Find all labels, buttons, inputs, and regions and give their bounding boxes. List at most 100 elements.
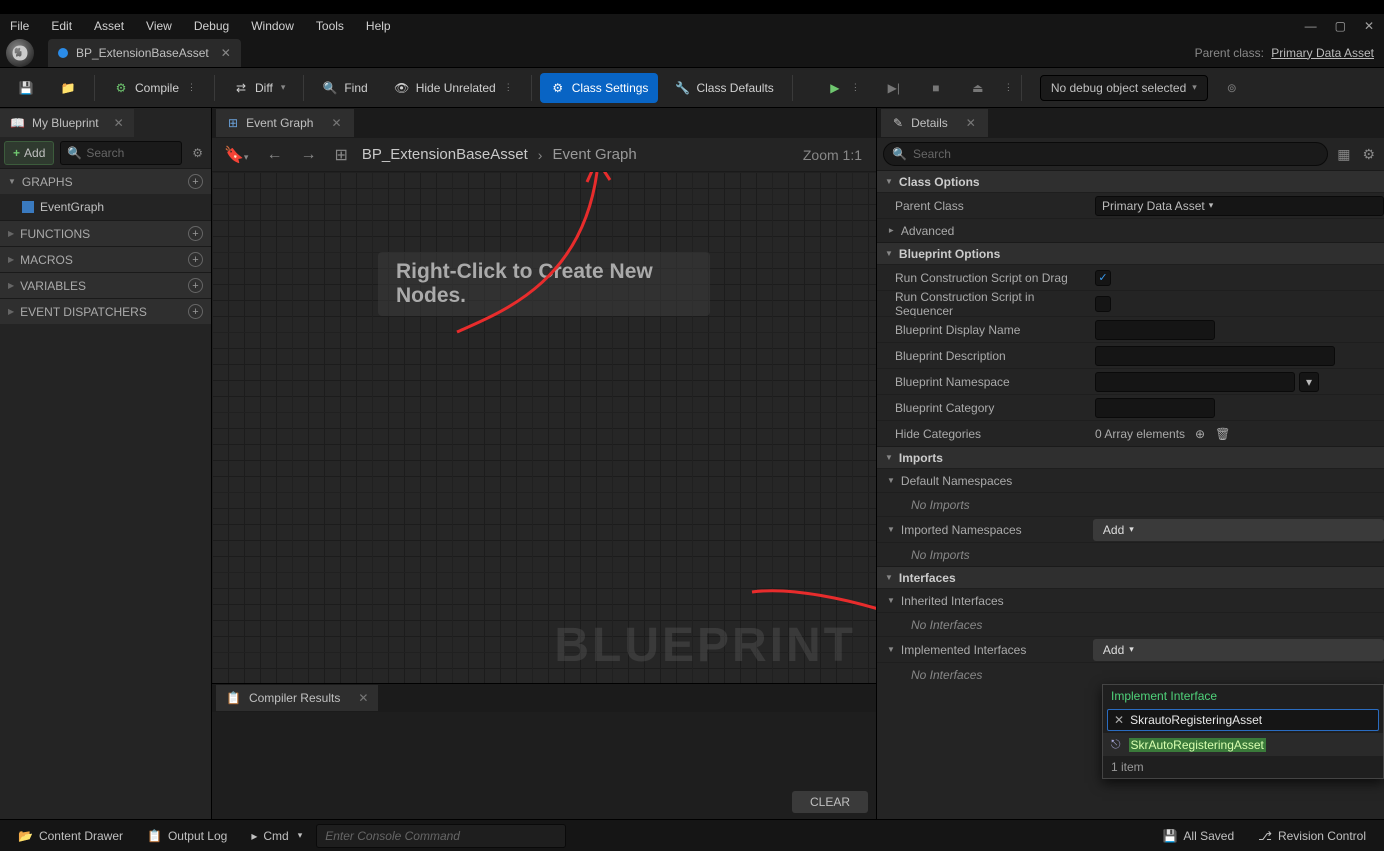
- class-defaults-button[interactable]: 🔧 Class Defaults: [664, 73, 783, 103]
- save-all-icon: 💾: [1162, 829, 1177, 843]
- diff-button[interactable]: ⇄ Diff▾: [223, 73, 295, 103]
- locate-debug-button[interactable]: ⊚: [1214, 73, 1250, 103]
- grid-icon[interactable]: ▦: [1334, 146, 1353, 163]
- bookmark-icon[interactable]: 🔖▾: [220, 145, 252, 165]
- add-dispatcher-icon[interactable]: +: [188, 304, 203, 319]
- my-blueprint-panel: 📖 My Blueprint ✕ + Add 🔍 Search ⚙ ▼GRAPH…: [0, 108, 212, 819]
- run-sequencer-checkbox[interactable]: [1095, 296, 1111, 312]
- settings-icon[interactable]: ⚙: [188, 146, 207, 160]
- breadcrumb-asset[interactable]: BP_ExtensionBaseAsset: [362, 146, 528, 163]
- console-input[interactable]: Enter Console Command: [316, 824, 566, 848]
- details-tab[interactable]: ✎ Details ✕: [881, 109, 988, 137]
- add-namespace-button[interactable]: Add▾: [1093, 519, 1384, 541]
- category-class-options[interactable]: ▼Class Options: [877, 170, 1384, 192]
- namespace-dropdown[interactable]: ▾: [1299, 372, 1319, 392]
- run-drag-checkbox[interactable]: [1095, 270, 1111, 286]
- compile-button[interactable]: ⚙ Compile⋮: [103, 73, 206, 103]
- revision-control-button[interactable]: ⎇Revision Control: [1248, 823, 1376, 849]
- maximize-button[interactable]: ▢: [1335, 19, 1346, 33]
- category-macros[interactable]: ▶MACROS+: [0, 246, 211, 272]
- hide-unrelated-button[interactable]: 👁 Hide Unrelated⋮: [384, 73, 523, 103]
- event-graph-tab[interactable]: ⊞ Event Graph ✕: [216, 109, 354, 137]
- default-namespaces-header[interactable]: ▼Default Namespaces: [877, 468, 1384, 492]
- parent-class-dropdown[interactable]: Primary Data Asset ▾: [1095, 196, 1384, 216]
- parent-class-link[interactable]: Primary Data Asset: [1271, 46, 1374, 60]
- play-button[interactable]: ▶⋮: [817, 73, 870, 103]
- close-icon[interactable]: ✕: [331, 116, 341, 130]
- browse-button[interactable]: 📁: [50, 73, 86, 103]
- menu-edit[interactable]: Edit: [51, 19, 72, 33]
- menu-file[interactable]: File: [10, 19, 29, 33]
- nav-back-button[interactable]: ←: [262, 146, 286, 164]
- add-macro-icon[interactable]: +: [188, 252, 203, 267]
- content-drawer-button[interactable]: 📂Content Drawer: [8, 823, 133, 849]
- no-interfaces-label-2: No Interfaces: [877, 662, 1384, 686]
- add-graph-icon[interactable]: +: [188, 174, 203, 189]
- step-button[interactable]: ▶|: [876, 73, 912, 103]
- clear-elements-icon[interactable]: 🗑: [1215, 427, 1230, 441]
- close-icon[interactable]: ✕: [966, 116, 976, 130]
- clear-button[interactable]: CLEAR: [792, 791, 868, 813]
- category-event-dispatchers[interactable]: ▶EVENT DISPATCHERS+: [0, 298, 211, 324]
- compiler-results-tab[interactable]: 📋 Compiler Results ✕: [216, 685, 378, 711]
- category-imports[interactable]: ▼Imports: [877, 446, 1384, 468]
- interface-search-input[interactable]: [1130, 713, 1372, 727]
- eject-button[interactable]: ⏏: [960, 73, 996, 103]
- settings-icon[interactable]: ⚙: [1359, 146, 1378, 163]
- display-name-input[interactable]: [1095, 320, 1215, 340]
- add-function-icon[interactable]: +: [188, 226, 203, 241]
- popup-footer: 1 item: [1103, 756, 1383, 778]
- my-blueprint-tab[interactable]: 📖 My Blueprint ✕: [0, 109, 134, 137]
- blueprint-watermark: BLUEPRINT: [554, 618, 856, 673]
- event-graph-item[interactable]: EventGraph: [0, 194, 211, 220]
- interface-result-item[interactable]: ⎋ SkrAutoRegisteringAsset: [1103, 733, 1383, 756]
- menu-view[interactable]: View: [146, 19, 172, 33]
- main-asset-tab[interactable]: BP_ExtensionBaseAsset ✕: [48, 39, 241, 67]
- nav-forward-button[interactable]: →: [296, 146, 320, 164]
- debug-object-selector[interactable]: No debug object selected▾: [1040, 75, 1208, 101]
- find-button[interactable]: 🔍 Find: [312, 73, 377, 103]
- close-button[interactable]: ✕: [1364, 19, 1374, 33]
- breadcrumb-graph[interactable]: Event Graph: [552, 146, 636, 163]
- category-variables[interactable]: ▶VARIABLES+: [0, 272, 211, 298]
- namespace-input[interactable]: [1095, 372, 1295, 392]
- menu-help[interactable]: Help: [366, 19, 391, 33]
- close-icon[interactable]: ✕: [358, 691, 368, 705]
- clear-search-icon[interactable]: ✕: [1114, 713, 1124, 727]
- class-settings-button[interactable]: ⚙ Class Settings: [540, 73, 659, 103]
- category-graphs[interactable]: ▼GRAPHS+: [0, 168, 211, 194]
- no-interfaces-label: No Interfaces: [877, 612, 1384, 636]
- add-element-icon[interactable]: ⊕: [1195, 427, 1205, 441]
- menu-window[interactable]: Window: [251, 19, 294, 33]
- menu-tools[interactable]: Tools: [316, 19, 344, 33]
- category-functions[interactable]: ▶FUNCTIONS+: [0, 220, 211, 246]
- save-button[interactable]: 💾: [8, 73, 44, 103]
- add-interface-button[interactable]: Add▾: [1093, 639, 1384, 661]
- no-imports-label: No Imports: [877, 492, 1384, 516]
- graph-icon: [22, 201, 34, 213]
- details-search-input[interactable]: 🔍 Search: [883, 142, 1328, 166]
- add-variable-icon[interactable]: +: [188, 278, 203, 293]
- advanced-toggle[interactable]: ▼Advanced: [877, 218, 1384, 242]
- blueprint-search-input[interactable]: 🔍 Search: [60, 141, 182, 165]
- menu-asset[interactable]: Asset: [94, 19, 124, 33]
- description-input[interactable]: [1095, 346, 1335, 366]
- category-blueprint-options[interactable]: ▼Blueprint Options: [877, 242, 1384, 264]
- interface-search-row: ✕: [1107, 709, 1379, 731]
- stop-button[interactable]: ■: [918, 73, 954, 103]
- graph-canvas[interactable]: Right-Click to Create New Nodes. BLUEPRI…: [212, 172, 876, 683]
- close-icon[interactable]: ✕: [114, 116, 124, 130]
- add-button[interactable]: + Add: [4, 141, 54, 165]
- all-saved-button[interactable]: 💾All Saved: [1152, 823, 1244, 849]
- category-interfaces[interactable]: ▼Interfaces: [877, 566, 1384, 588]
- minimize-button[interactable]: —: [1305, 19, 1317, 33]
- menu-debug[interactable]: Debug: [194, 19, 229, 33]
- cmd-button[interactable]: ▸Cmd▾: [241, 823, 312, 849]
- search-icon: 🔍: [67, 146, 82, 160]
- drawer-icon: 📂: [18, 829, 33, 843]
- category-input[interactable]: [1095, 398, 1215, 418]
- close-tab-icon[interactable]: ✕: [221, 46, 231, 60]
- output-log-button[interactable]: 📋Output Log: [137, 823, 237, 849]
- book-icon: 📖: [10, 116, 25, 130]
- inherited-interfaces-header[interactable]: ▼Inherited Interfaces: [877, 588, 1384, 612]
